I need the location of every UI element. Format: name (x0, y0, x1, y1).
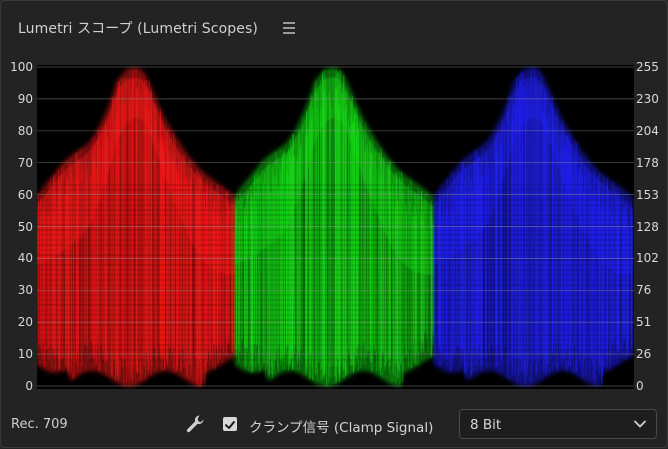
scope-footer: Rec. 709 クランプ信号 (Clamp Signal) 8 Bit (1, 401, 667, 447)
right-tick-label: 153 (636, 188, 659, 202)
blue-channel-waveform (434, 67, 633, 387)
left-tick-label: 100 (10, 60, 33, 74)
rgb-parade-waveform (37, 65, 634, 389)
bit-depth-value: 8 Bit (470, 417, 501, 433)
right-tick-label: 128 (636, 220, 659, 234)
hamburger-menu-icon[interactable] (283, 22, 295, 34)
left-tick-label: 20 (18, 315, 33, 329)
right-tick-label: 178 (636, 156, 659, 170)
right-tick-label: 51 (636, 315, 651, 329)
color-space-label: Rec. 709 (11, 417, 68, 432)
right-axis-8bit: 255 230 204 178 153 128 102 76 51 26 0 (634, 1, 668, 449)
left-tick-label: 70 (18, 156, 33, 170)
right-tick-label: 0 (636, 379, 644, 393)
chevron-down-icon (633, 418, 647, 430)
right-tick-label: 102 (636, 251, 659, 265)
clamp-signal-checkbox[interactable] (223, 417, 237, 431)
left-tick-label: 50 (18, 220, 33, 234)
wrench-icon[interactable] (184, 413, 206, 435)
left-tick-label: 80 (18, 124, 33, 138)
clamp-signal-label: クランプ信号 (Clamp Signal) (249, 416, 433, 436)
right-tick-label: 204 (636, 124, 659, 138)
red-channel-waveform (37, 67, 236, 387)
waveform-scope[interactable] (37, 65, 634, 389)
left-tick-label: 30 (18, 283, 33, 297)
panel-header: Lumetri スコープ (Lumetri Scopes) (1, 1, 667, 53)
right-tick-label: 230 (636, 92, 659, 106)
green-channel-waveform (235, 67, 434, 387)
left-tick-label: 0 (25, 379, 33, 393)
checkmark-icon (223, 418, 237, 432)
bit-depth-dropdown[interactable]: 8 Bit (459, 409, 657, 439)
left-tick-label: 10 (18, 347, 33, 361)
panel-title: Lumetri スコープ (Lumetri Scopes) (18, 18, 258, 38)
left-axis-ire: 1009080706050403020100 (1, 1, 37, 449)
right-tick-label: 26 (636, 347, 651, 361)
left-tick-label: 90 (18, 92, 33, 106)
left-tick-label: 40 (18, 251, 33, 265)
right-tick-label: 255 (636, 60, 659, 74)
right-tick-label: 76 (636, 283, 651, 297)
left-tick-label: 60 (18, 188, 33, 202)
lumetri-scopes-panel: Lumetri スコープ (Lumetri Scopes) 1009080706… (0, 0, 668, 448)
